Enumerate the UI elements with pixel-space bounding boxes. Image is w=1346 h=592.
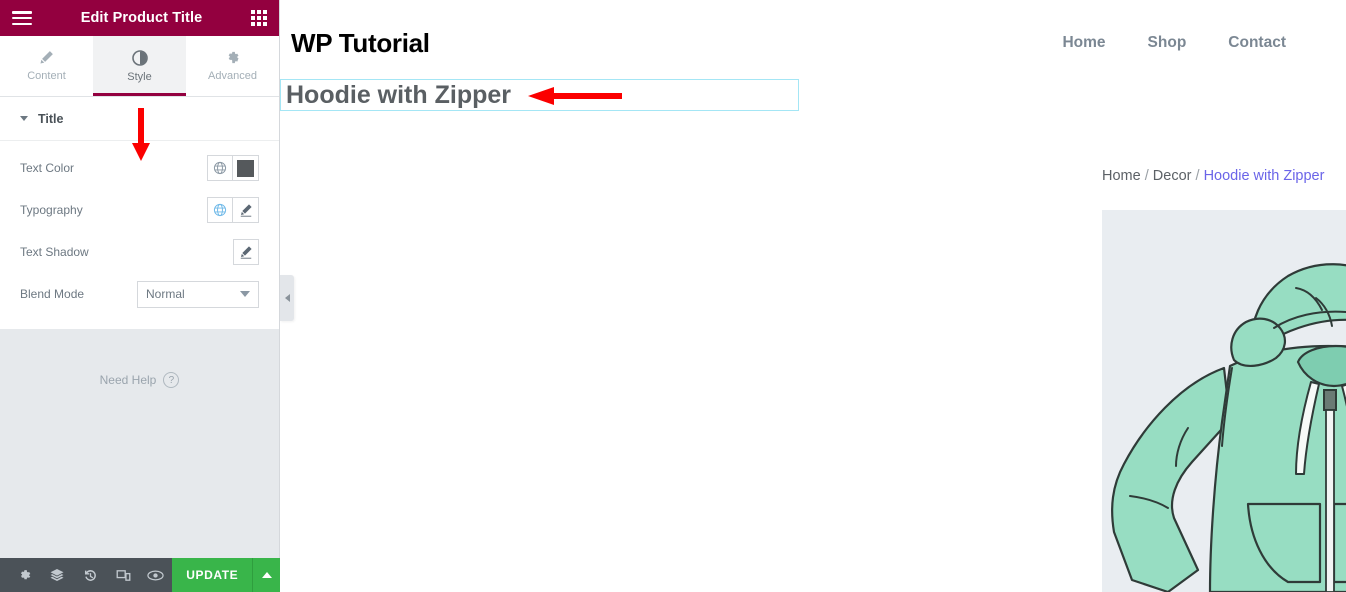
blend-mode-select[interactable]: Normal bbox=[137, 280, 259, 308]
question-circle-icon: ? bbox=[163, 372, 180, 388]
breadcrumb-separator: / bbox=[1195, 168, 1200, 184]
breadcrumb-item-current: Hoodie with Zipper bbox=[1203, 168, 1325, 184]
control-text-shadow-label: Text Shadow bbox=[20, 245, 89, 259]
responsive-mode-icon[interactable] bbox=[107, 558, 140, 592]
control-text-color-label: Text Color bbox=[20, 161, 75, 175]
need-help-label: Need Help bbox=[99, 373, 157, 387]
editor-panel: Edit Product Title Content Style Advance… bbox=[0, 0, 280, 592]
panel-footer: UPDATE bbox=[0, 558, 280, 592]
gear-icon bbox=[225, 50, 240, 65]
preview-canvas: WP Tutorial Home Shop Contact Hoodie wit… bbox=[280, 0, 1346, 592]
tab-content[interactable]: Content bbox=[0, 36, 93, 96]
tab-advanced[interactable]: Advanced bbox=[186, 36, 279, 96]
breadcrumb-separator: / bbox=[1144, 168, 1149, 184]
site-header: WP Tutorial Home Shop Contact bbox=[280, 0, 1346, 86]
breadcrumb: Home / Decor / Hoodie with Zipper bbox=[1102, 168, 1324, 184]
control-typography: Typography bbox=[20, 189, 259, 231]
control-text-shadow: Text Shadow bbox=[20, 231, 259, 273]
preview-eye-icon[interactable] bbox=[140, 558, 173, 592]
panel-collapse-handle[interactable] bbox=[280, 275, 294, 321]
pencil-icon bbox=[39, 50, 54, 65]
tab-content-label: Content bbox=[27, 70, 66, 82]
section-title-label: Title bbox=[38, 111, 64, 126]
navigator-layers-icon[interactable] bbox=[41, 558, 74, 592]
tab-advanced-label: Advanced bbox=[208, 70, 257, 82]
hoodie-illustration bbox=[1111, 263, 1346, 592]
hamburger-icon[interactable] bbox=[12, 11, 32, 25]
panel-title: Edit Product Title bbox=[80, 10, 203, 26]
global-typography-globe-icon[interactable] bbox=[207, 197, 233, 223]
breadcrumb-item-home[interactable]: Home bbox=[1102, 168, 1141, 184]
control-blend-mode: Blend Mode Normal bbox=[20, 273, 259, 315]
style-controls: Text Color Typography Text Shadow Blend … bbox=[0, 141, 279, 329]
product-title-text: Hoodie with Zipper bbox=[286, 80, 511, 109]
red-down-arrow-annotation bbox=[132, 108, 150, 162]
contrast-icon bbox=[131, 49, 148, 66]
text-shadow-edit-pencil-icon[interactable] bbox=[233, 239, 259, 265]
nav-item-shop[interactable]: Shop bbox=[1148, 34, 1187, 52]
panel-header: Edit Product Title bbox=[0, 0, 279, 36]
text-color-swatch[interactable] bbox=[233, 155, 259, 181]
blend-mode-value: Normal bbox=[146, 287, 185, 301]
red-left-arrow-annotation bbox=[528, 86, 622, 106]
chevron-down-icon bbox=[240, 291, 250, 297]
update-button[interactable]: UPDATE bbox=[172, 558, 253, 592]
widgets-grid-icon[interactable] bbox=[251, 10, 267, 26]
elementor-editor: Edit Product Title Content Style Advance… bbox=[0, 0, 1346, 592]
chevron-left-icon bbox=[284, 294, 290, 302]
chevron-down-icon bbox=[20, 116, 28, 121]
site-logo: WP Tutorial bbox=[291, 27, 430, 58]
product-image[interactable] bbox=[1102, 210, 1346, 592]
nav-item-home[interactable]: Home bbox=[1062, 34, 1105, 52]
control-typography-label: Typography bbox=[20, 203, 83, 217]
typography-edit-pencil-icon[interactable] bbox=[233, 197, 259, 223]
breadcrumb-item-decor[interactable]: Decor bbox=[1153, 168, 1192, 184]
global-color-globe-icon[interactable] bbox=[207, 155, 233, 181]
update-options-caret-icon[interactable] bbox=[252, 558, 280, 592]
nav-item-contact[interactable]: Contact bbox=[1228, 34, 1286, 52]
panel-tabs: Content Style Advanced bbox=[0, 36, 279, 97]
settings-gear-icon[interactable] bbox=[8, 558, 41, 592]
need-help-link[interactable]: Need Help ? bbox=[0, 372, 279, 388]
history-icon[interactable] bbox=[74, 558, 107, 592]
tab-style[interactable]: Style bbox=[93, 36, 186, 96]
tab-style-label: Style bbox=[127, 70, 152, 83]
site-nav: Home Shop Contact bbox=[1062, 34, 1286, 52]
control-blend-mode-label: Blend Mode bbox=[20, 287, 85, 301]
